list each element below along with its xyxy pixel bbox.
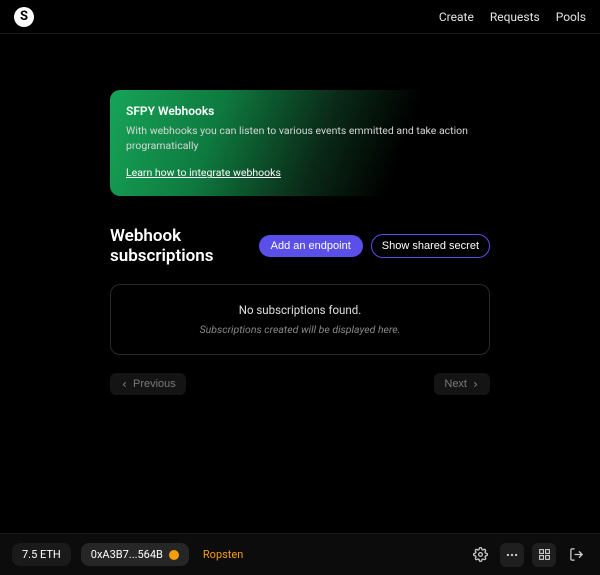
apps-button[interactable]	[532, 543, 556, 567]
banner-title: SFPY Webhooks	[126, 104, 474, 118]
section-header: Webhook subscriptions Add an endpoint Sh…	[110, 226, 490, 266]
main-content: SFPY Webhooks With webhooks you can list…	[0, 34, 600, 533]
logo[interactable]: S	[14, 7, 34, 27]
empty-headline: No subscriptions found.	[123, 303, 477, 317]
previous-label: Previous	[133, 378, 176, 390]
show-secret-button[interactable]: Show shared secret	[371, 234, 490, 258]
nav-create[interactable]: Create	[439, 10, 474, 24]
nav-pools[interactable]: Pools	[556, 10, 586, 24]
logout-icon	[569, 547, 584, 562]
next-button[interactable]: Next	[434, 373, 490, 395]
webhooks-banner: SFPY Webhooks With webhooks you can list…	[110, 90, 490, 196]
more-horizontal-icon	[505, 548, 519, 562]
nav-links: Create Requests Pools	[439, 10, 586, 24]
address-pill[interactable]: 0xA3B7...564B	[81, 543, 189, 566]
banner-description: With webhooks you can listen to various …	[126, 124, 474, 153]
page-title: Webhook subscriptions	[110, 226, 251, 266]
balance-value: 7.5 ETH	[22, 548, 61, 561]
logout-button[interactable]	[564, 543, 588, 567]
balance-pill[interactable]: 7.5 ETH	[12, 543, 71, 566]
pagination: Previous Next	[110, 373, 490, 395]
status-dot-icon	[169, 550, 179, 560]
logo-letter: S	[20, 9, 28, 24]
next-label: Next	[444, 378, 467, 390]
arrow-left-icon	[120, 380, 129, 389]
wallet-cluster: 7.5 ETH 0xA3B7...564B Ropsten	[12, 543, 243, 566]
bottom-bar: 7.5 ETH 0xA3B7...564B Ropsten	[0, 533, 600, 575]
empty-sub: Subscriptions created will be displayed …	[123, 323, 477, 336]
top-bar: S Create Requests Pools	[0, 0, 600, 34]
more-button[interactable]	[500, 543, 524, 567]
bottom-icon-row	[468, 543, 588, 567]
settings-button[interactable]	[468, 543, 492, 567]
add-endpoint-button[interactable]: Add an endpoint	[259, 235, 363, 257]
network-label[interactable]: Ropsten	[203, 548, 243, 561]
address-value: 0xA3B7...564B	[91, 548, 163, 561]
previous-button[interactable]: Previous	[110, 373, 186, 395]
gear-icon	[473, 547, 488, 562]
arrow-right-icon	[471, 380, 480, 389]
empty-state: No subscriptions found. Subscriptions cr…	[110, 284, 490, 355]
banner-learn-link[interactable]: Learn how to integrate webhooks	[126, 166, 281, 179]
grid-icon	[538, 548, 551, 561]
nav-requests[interactable]: Requests	[490, 10, 540, 24]
